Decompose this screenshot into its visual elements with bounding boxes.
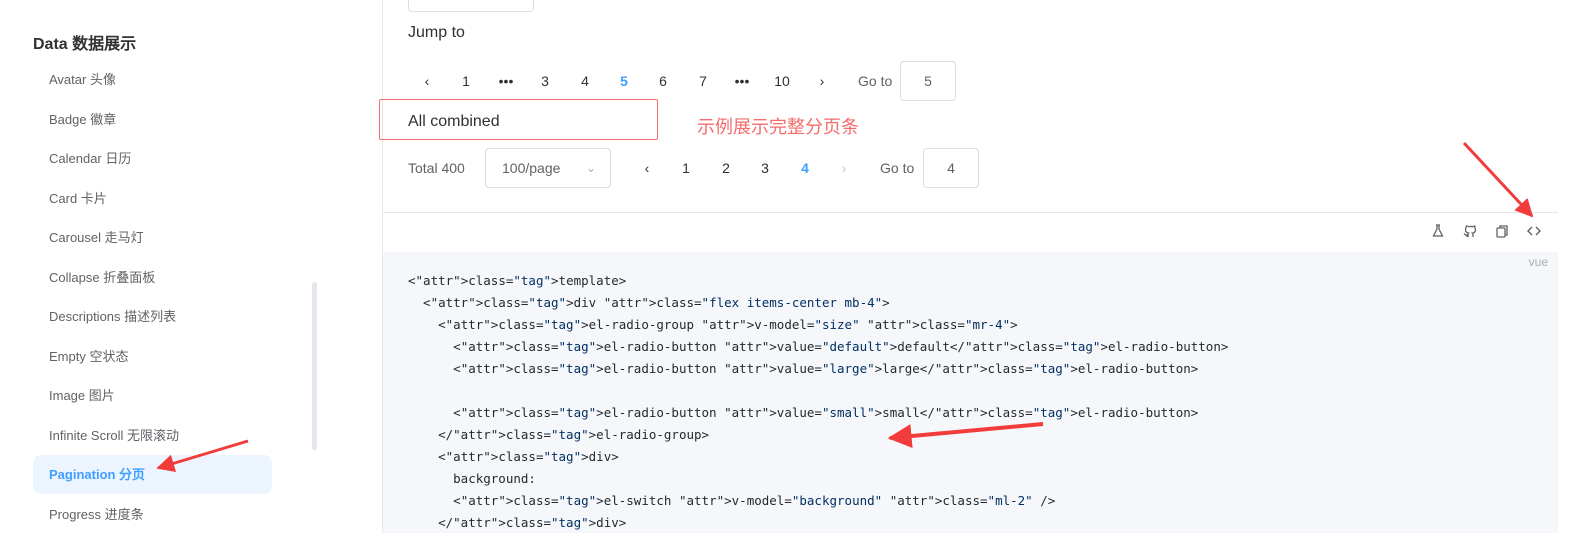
- code-line: <"attr">class="tag">div "attr">class="fl…: [408, 295, 890, 310]
- code-language-tag: vue: [1528, 255, 1548, 269]
- sidebar-item-pagination[interactable]: Pagination 分页: [33, 455, 272, 494]
- combined-goto-input[interactable]: 4: [923, 148, 979, 188]
- code-line: </"attr">class="tag">el-radio-group>: [408, 427, 710, 442]
- code-line: <"attr">class="tag">div>: [408, 449, 619, 464]
- annotation-highlight-box: [379, 99, 658, 140]
- flask-icon[interactable]: [1430, 223, 1450, 243]
- sidebar-item-avatar[interactable]: Avatar 头像: [33, 60, 272, 99]
- jump-page-1[interactable]: 1: [450, 65, 482, 97]
- combined-goto-label: Go to: [880, 160, 915, 176]
- jump-prev-button[interactable]: ‹: [411, 65, 443, 97]
- sidebar-item-descriptions[interactable]: Descriptions 描述列表: [33, 297, 272, 336]
- sidebar-item-empty[interactable]: Empty 空状态: [33, 337, 272, 376]
- code-line: <"attr">class="tag">el-radio-button "att…: [408, 361, 1199, 376]
- combined-prev-button[interactable]: ‹: [631, 152, 663, 184]
- sidebar-scrollbar[interactable]: [312, 282, 317, 450]
- sidebar-item-card[interactable]: Card 卡片: [33, 179, 272, 218]
- total-count: Total 400: [408, 160, 465, 176]
- jump-page-4[interactable]: 4: [569, 65, 601, 97]
- combined-next-button[interactable]: ›: [828, 152, 860, 184]
- copy-icon[interactable]: [1494, 223, 1514, 243]
- combined-page-3[interactable]: 3: [749, 152, 781, 184]
- jump-ellipsis-right[interactable]: •••: [726, 65, 758, 97]
- jump-page-3[interactable]: 3: [529, 65, 561, 97]
- sidebar: Data 数据展示 Avatar 头像 Badge 徽章 Calendar 日历 Ca…: [0, 0, 383, 533]
- sidebar-item-carousel[interactable]: Carousel 走马灯: [33, 218, 272, 257]
- annotation-text: 示例展示完整分页条: [697, 117, 859, 137]
- jump-page-5-active[interactable]: 5: [608, 65, 640, 97]
- code-line: <"attr">class="tag">el-radio-button "att…: [408, 339, 1229, 354]
- sidebar-item-collapse[interactable]: Collapse 折叠面板: [33, 258, 272, 297]
- sidebar-item-badge[interactable]: Badge 徽章: [33, 100, 272, 139]
- jump-page-6[interactable]: 6: [647, 65, 679, 97]
- jump-ellipsis-left[interactable]: •••: [490, 65, 522, 97]
- jump-goto-input[interactable]: 5: [900, 61, 956, 101]
- code-toolbar: [383, 212, 1558, 252]
- jump-goto-label: Go to: [858, 73, 893, 89]
- code-icon[interactable]: [1526, 223, 1546, 243]
- page-size-select-partial[interactable]: [408, 0, 534, 12]
- page-size-select[interactable]: 100/page ⌄: [485, 148, 611, 188]
- github-icon[interactable]: [1462, 223, 1482, 243]
- code-line: <"attr">class="tag">el-radio-button "att…: [408, 405, 1199, 420]
- sidebar-group-title: Data 数据展示: [33, 36, 137, 53]
- combined-page-1[interactable]: 1: [670, 152, 702, 184]
- sidebar-item-progress[interactable]: Progress 进度条: [33, 495, 272, 533]
- combined-page-4-active[interactable]: 4: [789, 152, 821, 184]
- code-block: vue <"attr">class="tag">template> <"attr…: [383, 252, 1558, 533]
- page-right-gutter: [1558, 0, 1590, 533]
- sidebar-item-infinite[interactable]: Infinite Scroll 无限滚动: [33, 416, 272, 455]
- code-line: <"attr">class="tag">template>: [408, 273, 627, 288]
- sidebar-item-image[interactable]: Image 图片: [33, 376, 272, 415]
- chevron-down-icon: ⌄: [585, 161, 596, 175]
- page-size-value: 100/page: [502, 160, 561, 176]
- code-line: <"attr">class="tag">el-switch "attr">v-m…: [408, 493, 1056, 508]
- jump-page-7[interactable]: 7: [687, 65, 719, 97]
- code-line: <"attr">class="tag">el-radio-group "attr…: [408, 317, 1018, 332]
- jump-page-10[interactable]: 10: [766, 65, 798, 97]
- code-line: background:: [408, 471, 536, 486]
- sidebar-item-calendar[interactable]: Calendar 日历: [33, 139, 272, 178]
- code-line: </"attr">class="tag">div>: [408, 515, 627, 530]
- jump-next-button[interactable]: ›: [806, 65, 838, 97]
- combined-page-2[interactable]: 2: [710, 152, 742, 184]
- jump-to-label: Jump to: [408, 24, 465, 41]
